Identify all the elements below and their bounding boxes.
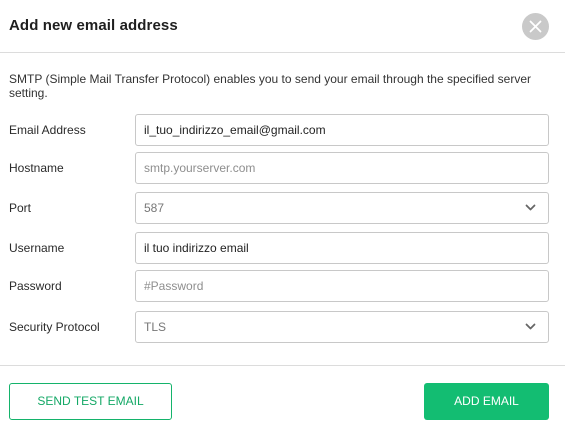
email-address-row: Email Address il_tuo_indirizzo_email@gma…: [0, 114, 565, 146]
email-address-input[interactable]: il_tuo_indirizzo_email@gmail.com: [135, 114, 549, 146]
port-row: Port 587: [0, 192, 565, 224]
password-label: Password: [9, 279, 62, 293]
password-row: Password #Password: [0, 270, 565, 302]
username-input[interactable]: il tuo indirizzo email: [135, 232, 549, 264]
chevron-down-icon: [525, 323, 536, 330]
port-value: 587: [144, 201, 165, 215]
email-address-value: il_tuo_indirizzo_email@gmail.com: [144, 123, 326, 137]
smtp-description: SMTP (Simple Mail Transfer Protocol) ena…: [9, 72, 532, 100]
security-protocol-row: Security Protocol TLS: [0, 311, 565, 343]
hostname-placeholder: smtp.yourserver.com: [144, 161, 256, 175]
close-icon: [529, 20, 542, 33]
hostname-input[interactable]: smtp.yourserver.com: [135, 152, 549, 184]
port-select[interactable]: 587: [135, 192, 549, 224]
dialog-title: Add new email address: [9, 17, 178, 34]
security-protocol-value: TLS: [144, 320, 167, 334]
footer-divider: [0, 365, 565, 366]
password-input[interactable]: #Password: [135, 270, 549, 302]
chevron-down-icon: [525, 204, 536, 211]
hostname-label: Hostname: [9, 161, 64, 175]
close-button[interactable]: [522, 13, 549, 40]
port-label: Port: [9, 201, 32, 215]
username-label: Username: [9, 241, 65, 255]
username-row: Username il tuo indirizzo email: [0, 232, 565, 264]
password-placeholder: #Password: [144, 279, 204, 293]
username-value: il tuo indirizzo email: [144, 241, 249, 255]
security-protocol-select[interactable]: TLS: [135, 311, 549, 343]
add-email-button[interactable]: ADD EMAIL: [424, 383, 549, 420]
send-test-email-button[interactable]: SEND TEST EMAIL: [9, 383, 172, 420]
security-protocol-label: Security Protocol: [9, 320, 100, 334]
dialog-header: Add new email address: [0, 0, 565, 53]
add-email-dialog: Add new email address SMTP (Simple Mail …: [0, 0, 565, 437]
hostname-row: Hostname smtp.yourserver.com: [0, 152, 565, 184]
email-address-label: Email Address: [9, 123, 86, 137]
